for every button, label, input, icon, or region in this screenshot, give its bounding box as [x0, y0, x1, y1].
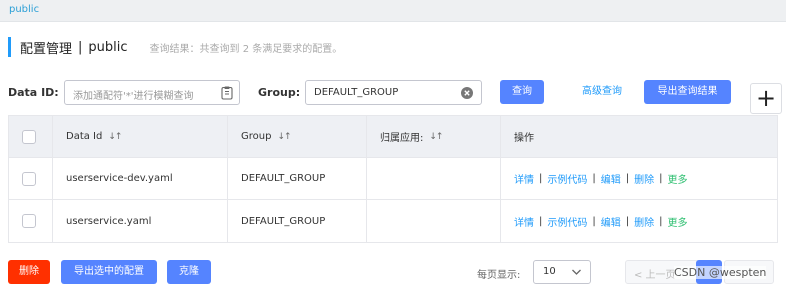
detail-link[interactable]: 详情	[514, 171, 534, 186]
group-input-value: DEFAULT_GROUP	[314, 87, 399, 98]
cell-group: DEFAULT_GROUP	[228, 158, 367, 199]
page-namespace: public	[88, 39, 128, 55]
page-title-row: 配置管理 | public 查询结果：共查询到 2 条满足要求的配置。	[8, 36, 342, 58]
watermark: CSDN @wespten	[674, 266, 767, 279]
chevron-down-icon	[571, 264, 582, 283]
add-config-button[interactable]: +	[750, 83, 782, 114]
page-size-label: 每页显示:	[477, 270, 521, 281]
group-label: Group:	[258, 86, 301, 99]
table-row: userservice-dev.yaml DEFAULT_GROUP 详情 | …	[9, 158, 777, 200]
clear-icon[interactable]	[461, 87, 473, 102]
op-separator: |	[659, 173, 663, 184]
delete-link[interactable]: 删除	[634, 171, 654, 186]
advanced-search-link[interactable]: 高级查询	[572, 80, 632, 104]
clone-button[interactable]: 克隆	[167, 260, 211, 284]
cell-group: DEFAULT_GROUP	[228, 200, 367, 242]
edit-link[interactable]: 编辑	[601, 214, 621, 229]
export-selected-button[interactable]: 导出选中的配置	[61, 260, 157, 284]
export-results-button[interactable]: 导出查询结果	[644, 80, 731, 104]
op-separator: |	[659, 215, 663, 227]
data-id-label: Data ID:	[8, 86, 59, 99]
header-data-id: Data Id	[66, 131, 103, 142]
cell-app	[367, 158, 501, 199]
delete-link[interactable]: 删除	[634, 214, 654, 229]
prev-page-label: < 上一页	[634, 270, 676, 281]
sample-code-link[interactable]: 示例代码	[547, 171, 587, 186]
search-button[interactable]: 查询	[500, 80, 544, 104]
cell-operations: 详情 | 示例代码 | 编辑 | 删除 | 更多	[501, 200, 777, 242]
sort-icon[interactable]: ↓↑	[429, 132, 443, 142]
title-accent-bar	[8, 37, 11, 57]
result-info: 查询结果：共查询到 2 条满足要求的配置。	[149, 43, 343, 55]
cell-data-id: userservice.yaml	[53, 200, 228, 242]
op-separator: |	[592, 215, 596, 227]
op-separator: |	[625, 173, 630, 184]
namespace-bar: public	[0, 0, 786, 22]
more-link[interactable]: 更多	[668, 171, 688, 186]
table-header-row: Data Id ↓↑ Group ↓↑ 归属应用: ↓↑ 操作	[9, 116, 777, 158]
header-group: Group	[241, 131, 272, 142]
cell-data-id: userservice-dev.yaml	[53, 158, 228, 199]
page-title: 配置管理	[20, 41, 73, 57]
data-id-placeholder: 添加通配符'*'进行模糊查询	[73, 91, 194, 102]
more-link[interactable]: 更多	[668, 214, 688, 229]
title-separator: |	[78, 39, 83, 55]
page-size-value: 10	[543, 266, 556, 277]
data-id-input[interactable]: 添加通配符'*'进行模糊查询	[64, 80, 240, 105]
row-checkbox[interactable]	[22, 214, 36, 228]
batch-delete-button[interactable]: 删除	[8, 260, 50, 284]
cell-app	[367, 200, 501, 242]
op-separator: |	[592, 173, 596, 184]
op-separator: |	[625, 215, 630, 227]
sample-code-link[interactable]: 示例代码	[547, 214, 587, 229]
table-row: userservice.yaml DEFAULT_GROUP 详情 | 示例代码…	[9, 200, 777, 242]
config-table: Data Id ↓↑ Group ↓↑ 归属应用: ↓↑ 操作 userserv…	[8, 115, 778, 243]
group-input[interactable]: DEFAULT_GROUP	[305, 80, 482, 105]
cell-operations: 详情 | 示例代码 | 编辑 | 删除 | 更多	[501, 158, 777, 199]
header-app: 归属应用:	[380, 133, 424, 144]
sort-icon[interactable]: ↓↑	[108, 132, 122, 142]
sort-icon[interactable]: ↓↑	[277, 132, 291, 142]
select-all-checkbox[interactable]	[22, 129, 36, 144]
header-operations: 操作	[514, 133, 534, 144]
op-separator: |	[539, 215, 543, 227]
edit-link[interactable]: 编辑	[601, 171, 621, 186]
op-separator: |	[539, 173, 543, 184]
detail-link[interactable]: 详情	[514, 214, 534, 229]
row-checkbox[interactable]	[22, 171, 36, 186]
page-size-select[interactable]: 10	[533, 260, 591, 284]
clipboard-icon[interactable]	[221, 86, 233, 103]
namespace-public-link[interactable]: public	[9, 4, 39, 15]
